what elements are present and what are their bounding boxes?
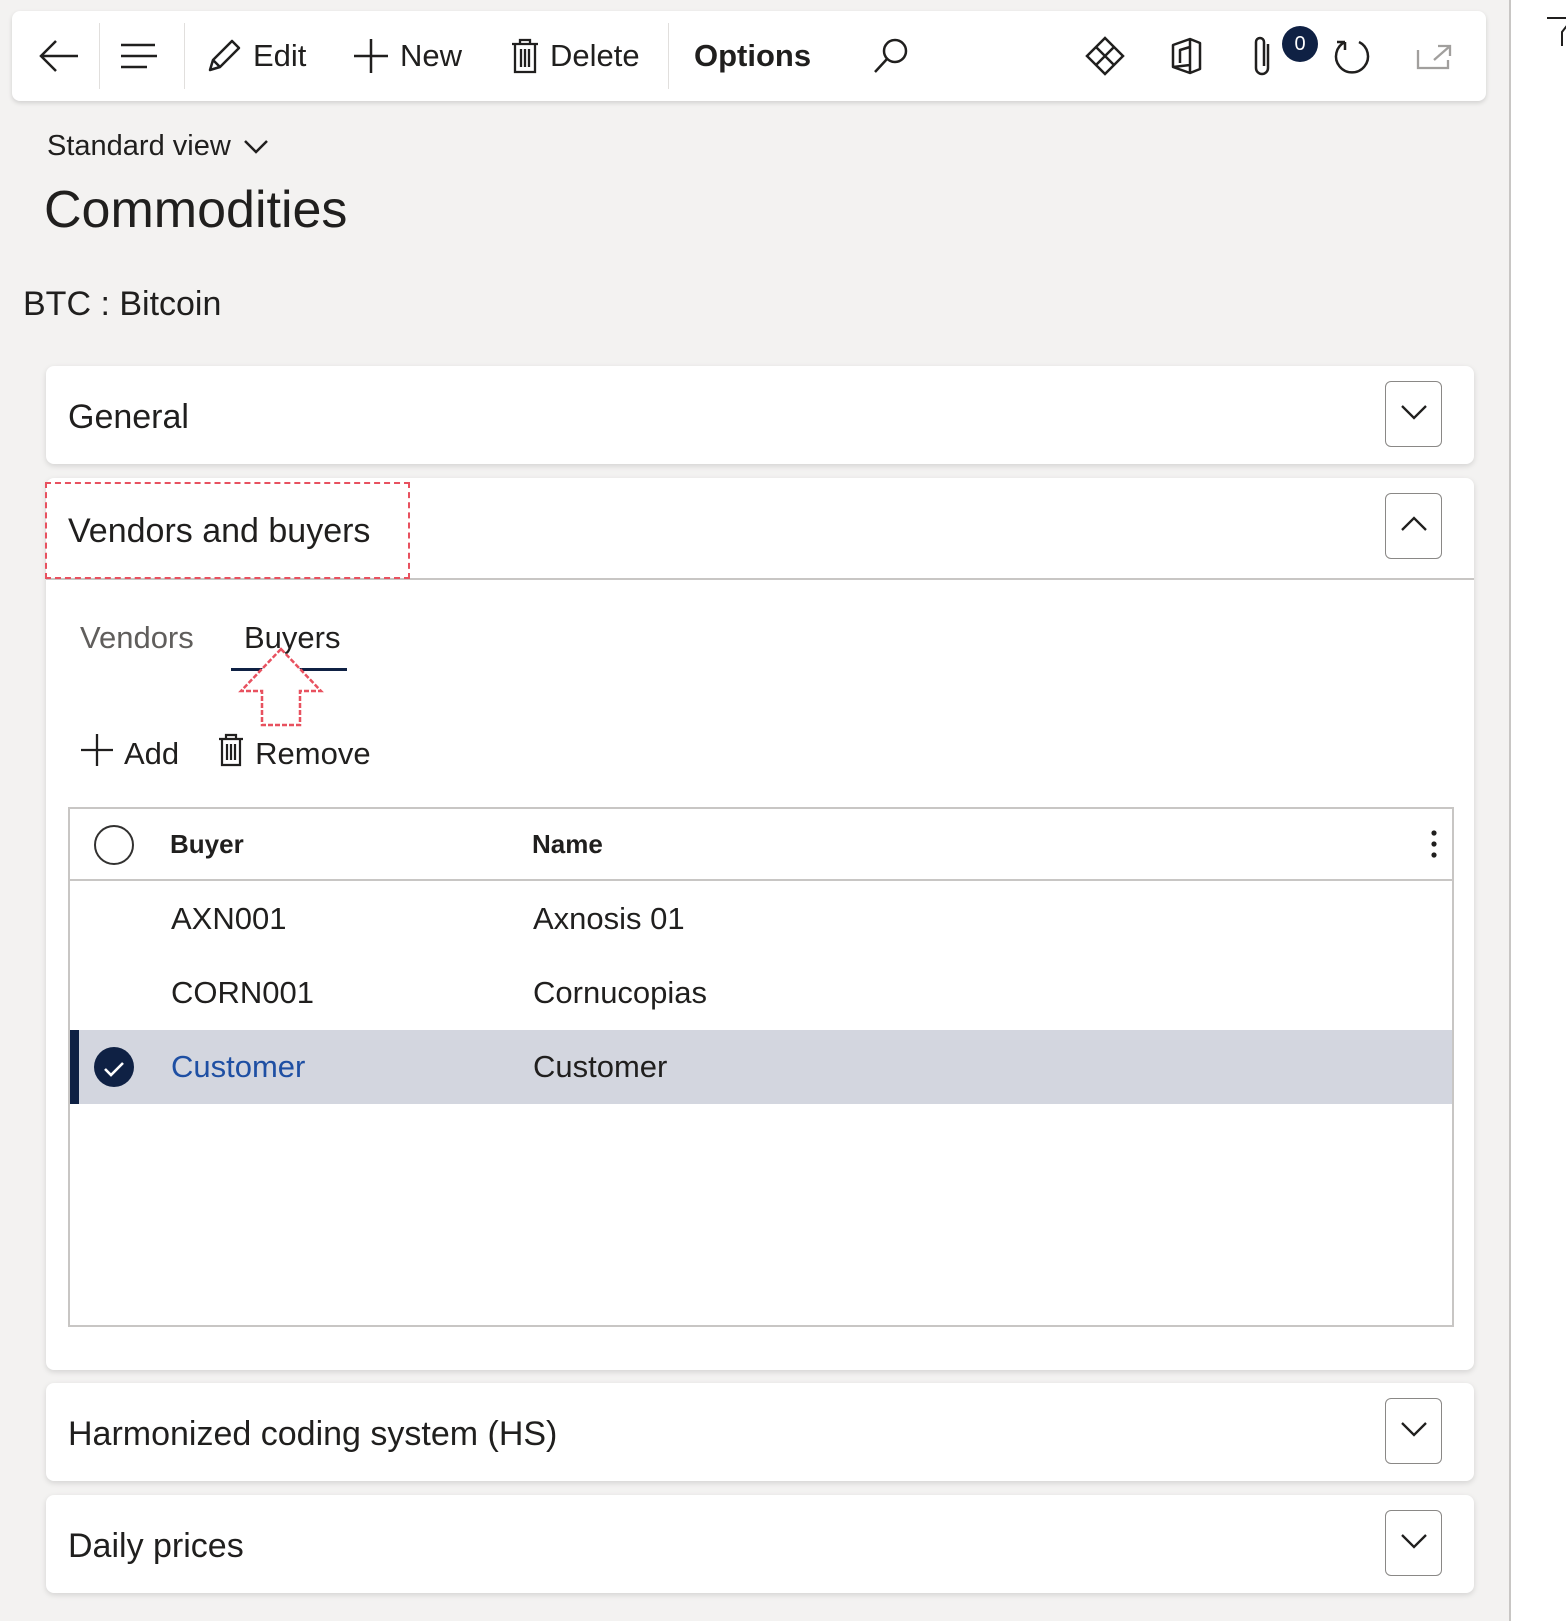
remove-label: Remove xyxy=(255,736,371,771)
section-daily-prices-toggle[interactable] xyxy=(1385,1510,1442,1576)
record-title: BTC : Bitcoin xyxy=(23,285,222,323)
name-cell: Customer xyxy=(533,1049,668,1084)
annotation-arrow-icon xyxy=(236,646,326,733)
toolbar-divider xyxy=(99,23,100,89)
delete-button[interactable]: Delete xyxy=(510,11,640,101)
chevron-up-icon xyxy=(1400,515,1428,537)
page-title: Commodities xyxy=(44,181,348,239)
plus-icon xyxy=(80,733,114,775)
back-arrow-icon xyxy=(38,38,80,74)
paperclip-icon xyxy=(1250,34,1276,78)
power-apps-button[interactable] xyxy=(1085,11,1125,101)
hamburger-icon xyxy=(119,42,159,70)
navigation-menu-button[interactable] xyxy=(119,11,159,101)
power-apps-icon xyxy=(1085,36,1125,76)
plus-icon xyxy=(352,37,390,75)
options-tab[interactable]: Options xyxy=(694,11,811,101)
name-cell: Cornucopias xyxy=(533,975,708,1010)
office-icon xyxy=(1170,36,1202,76)
grid-actions: Add Remove xyxy=(80,733,409,775)
office-button[interactable] xyxy=(1170,11,1202,101)
table-row-selected[interactable]: Customer Customer xyxy=(70,1030,1452,1104)
filter-icon[interactable] xyxy=(1545,14,1566,53)
section-vendors-buyers-toggle[interactable] xyxy=(1385,493,1442,559)
select-all-checkbox[interactable] xyxy=(94,825,134,865)
name-cell: Axnosis 01 xyxy=(533,901,685,936)
section-general: General xyxy=(46,366,1474,464)
action-pane: Edit New Delete Options 0 xyxy=(12,11,1486,101)
add-label: Add xyxy=(124,736,180,771)
trash-icon xyxy=(217,733,245,775)
table-row[interactable]: AXN001 Axnosis 01 xyxy=(70,882,1452,956)
table-row[interactable]: CORN001 Cornucopias xyxy=(70,956,1452,1030)
add-button[interactable]: Add xyxy=(80,733,179,775)
attachments-count-badge: 0 xyxy=(1282,26,1318,62)
view-label: Standard view xyxy=(47,130,231,162)
chevron-down-icon xyxy=(231,130,269,163)
buyer-cell[interactable]: CORN001 xyxy=(171,975,314,1011)
pop-out-icon xyxy=(1416,40,1454,72)
grid-header: Buyer Name xyxy=(70,809,1452,881)
delete-label: Delete xyxy=(550,38,640,73)
new-label: New xyxy=(400,38,463,73)
toolbar-divider xyxy=(668,23,669,89)
column-header-name[interactable]: Name xyxy=(532,829,603,860)
tab-vendors[interactable]: Vendors xyxy=(80,620,194,656)
section-daily-prices: Daily prices xyxy=(46,1495,1474,1593)
annotation-highlight-box xyxy=(45,482,410,579)
chevron-down-icon xyxy=(1400,1421,1428,1442)
view-selector[interactable]: Standard view xyxy=(47,130,269,163)
column-header-buyer[interactable]: Buyer xyxy=(170,829,244,860)
buyer-cell[interactable]: AXN001 xyxy=(171,901,286,937)
buyers-grid: Buyer Name AXN001 Axnosis 01 CORN001 Cor… xyxy=(68,807,1454,1327)
section-daily-prices-title[interactable]: Daily prices xyxy=(68,1527,244,1566)
section-general-toggle[interactable] xyxy=(1385,381,1442,447)
buyer-cell-link[interactable]: Customer xyxy=(171,1049,305,1085)
section-general-title[interactable]: General xyxy=(68,398,189,437)
section-hs-toggle[interactable] xyxy=(1385,1398,1442,1464)
row-checkbox-checked[interactable] xyxy=(94,1047,134,1087)
search-icon xyxy=(872,37,910,75)
more-options-icon[interactable] xyxy=(1430,829,1438,864)
chevron-down-icon xyxy=(1400,1533,1428,1554)
edit-button[interactable]: Edit xyxy=(205,11,306,101)
new-button[interactable]: New xyxy=(352,11,462,101)
remove-button[interactable]: Remove xyxy=(217,733,371,775)
toolbar-divider xyxy=(184,23,185,89)
refresh-button[interactable] xyxy=(1332,11,1372,101)
back-button[interactable] xyxy=(38,11,80,101)
pencil-icon xyxy=(205,37,243,75)
search-button[interactable] xyxy=(872,11,910,101)
checkmark-icon xyxy=(103,1049,125,1085)
section-hs-title[interactable]: Harmonized coding system (HS) xyxy=(68,1415,557,1454)
open-in-new-window-button[interactable] xyxy=(1416,11,1454,101)
trash-icon xyxy=(510,37,540,75)
chevron-down-icon xyxy=(1400,404,1428,425)
selected-row-indicator xyxy=(70,1030,79,1104)
side-pane xyxy=(1509,0,1566,1621)
attachments-button[interactable] xyxy=(1250,11,1276,101)
section-hs: Harmonized coding system (HS) xyxy=(46,1383,1474,1481)
refresh-icon xyxy=(1332,36,1372,76)
options-label: Options xyxy=(694,38,812,73)
edit-label: Edit xyxy=(253,38,307,73)
